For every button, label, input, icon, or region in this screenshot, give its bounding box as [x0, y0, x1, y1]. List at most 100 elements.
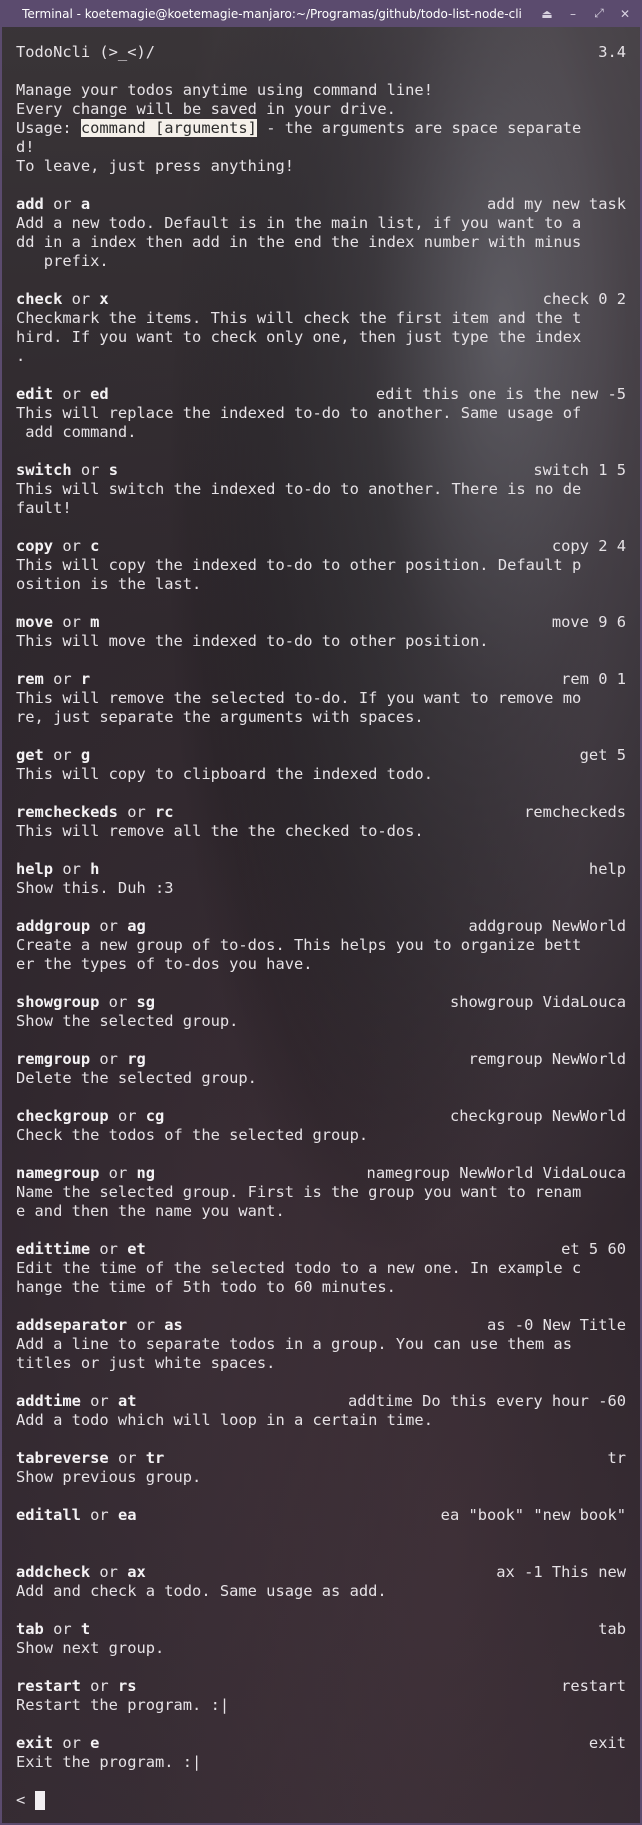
- command-signature: switch or s: [16, 461, 118, 480]
- or-word: or: [117, 803, 156, 821]
- command-alias: c: [90, 537, 100, 555]
- command-example: remgroup NewWorld: [468, 1050, 626, 1068]
- title-bar[interactable]: Terminal - koetemagie@koetemagie-manjaro…: [0, 0, 642, 27]
- or-word: or: [53, 613, 91, 631]
- command-name: addgroup: [16, 917, 91, 935]
- command-description: dd in a index then add in the end the in…: [16, 233, 582, 251]
- command-description: Show next group.: [16, 1639, 165, 1657]
- app-version: 3.4: [598, 43, 626, 61]
- command-example: tr: [607, 1449, 626, 1467]
- command-signature: showgroup or sg: [16, 993, 155, 1012]
- command-description: Delete the selected group.: [16, 1069, 257, 1087]
- command-signature: copy or c: [16, 537, 99, 556]
- command-description: This will move the indexed to-do to othe…: [16, 632, 489, 650]
- command-description: Exit the program. :|: [16, 1753, 202, 1771]
- command-example: restart: [561, 1677, 626, 1695]
- command-description: Check the todos of the selected group.: [16, 1126, 369, 1144]
- eject-icon[interactable]: ⏏: [536, 4, 558, 24]
- command-example: check 0 2: [542, 290, 626, 308]
- command-alias: rs: [117, 1677, 137, 1695]
- command-alias: as: [164, 1316, 183, 1334]
- intro-line-1: Manage your todos anytime using command …: [16, 81, 433, 99]
- command-example: addtime Do this every hour -60: [348, 1392, 626, 1410]
- command-example: et 5 60: [561, 1240, 626, 1258]
- command-signature: add or a: [16, 195, 90, 214]
- or-word: or: [80, 1392, 118, 1410]
- command-row-help: help or h help: [16, 860, 626, 879]
- app-name: TodoNcli (>_<)/: [16, 43, 155, 61]
- usage-prefix: Usage:: [16, 119, 81, 137]
- command-signature: tabreverse or tr: [16, 1449, 164, 1468]
- command-signature: addcheck or ax: [16, 1563, 146, 1582]
- command-example: namegroup NewWorld VidaLouca: [366, 1164, 626, 1182]
- prompt-line[interactable]: <: [16, 1791, 626, 1810]
- command-example: checkgroup NewWorld: [449, 1107, 626, 1125]
- or-word: or: [43, 746, 81, 764]
- command-row-tabreverse: tabreverse or tr tr: [16, 1449, 626, 1468]
- command-name: exit: [16, 1734, 54, 1752]
- command-description: Restart the program. :|: [16, 1696, 230, 1714]
- command-alias: rg: [127, 1050, 146, 1068]
- header-row: TodoNcli (>_<)/ 3.4: [16, 43, 626, 62]
- command-row-addcheck: addcheck or ax ax -1 This new: [16, 1563, 626, 1582]
- minimize-icon[interactable]: –: [562, 4, 584, 24]
- command-description: Edit the time of the selected todo to a …: [16, 1259, 582, 1277]
- command-description: .: [16, 347, 26, 365]
- command-signature: restart or rs: [16, 1677, 137, 1696]
- command-description: titles or just white spaces.: [16, 1354, 276, 1372]
- command-example: switch 1 5: [533, 461, 626, 479]
- command-alias: ag: [127, 917, 146, 935]
- command-alias: cg: [145, 1107, 165, 1125]
- command-signature: addseparator or as: [16, 1316, 183, 1335]
- close-icon[interactable]: ✕: [614, 4, 636, 24]
- usage-highlight: command [arguments]: [80, 119, 257, 137]
- command-row-addgroup: addgroup or ag addgroup NewWorld: [16, 917, 626, 936]
- command-row-rem: rem or r rem 0 1: [16, 670, 626, 689]
- command-example: as -0 New Title: [487, 1316, 626, 1334]
- command-row-checkgroup: checkgroup or cg checkgroup NewWorld: [16, 1107, 626, 1126]
- command-alias: m: [90, 613, 100, 631]
- command-example: edit this one is the new -5: [375, 385, 626, 403]
- command-row-edit: edit or ed edit this one is the new -5: [16, 385, 626, 404]
- command-row-remcheckeds: remcheckeds or rc remcheckeds: [16, 803, 626, 822]
- terminal-window: Terminal - koetemagie@koetemagie-manjaro…: [0, 0, 642, 1825]
- command-description: hange the time of 5th todo to 60 minutes…: [16, 1278, 396, 1296]
- command-name: namegroup: [16, 1164, 100, 1182]
- command-row-tab: tab or t tab: [16, 1620, 626, 1639]
- command-example: exit: [588, 1734, 626, 1752]
- command-description: [16, 1525, 626, 1544]
- usage-suffix: - the arguments are space separate: [256, 119, 582, 137]
- command-signature: remgroup or rg: [16, 1050, 146, 1069]
- prompt-symbol: <: [16, 1791, 35, 1809]
- command-description: fault!: [16, 499, 72, 517]
- command-row-showgroup: showgroup or sg showgroup VidaLouca: [16, 993, 626, 1012]
- command-name: remgroup: [16, 1050, 91, 1068]
- command-row-edittime: edittime or et et 5 60: [16, 1240, 626, 1259]
- terminal-output[interactable]: TodoNcli (>_<)/ 3.4 Manage your todos an…: [16, 43, 626, 1810]
- command-name: editall: [16, 1506, 81, 1524]
- command-name: edittime: [16, 1240, 91, 1258]
- command-description: This will remove all the the checked to-…: [16, 822, 424, 840]
- command-example: addgroup NewWorld: [468, 917, 626, 935]
- maximize-icon[interactable]: ⤢: [588, 4, 610, 24]
- or-word: or: [53, 537, 91, 555]
- command-name: addtime: [16, 1392, 81, 1410]
- command-alias: t: [80, 1620, 91, 1638]
- command-name: get: [16, 746, 44, 764]
- command-name: addcheck: [16, 1563, 91, 1581]
- intro-line-2: Every change will be saved in your drive…: [16, 100, 396, 118]
- usage-line: Usage: command [arguments] - the argumen…: [16, 119, 626, 138]
- or-word: or: [90, 1563, 128, 1581]
- command-name: checkgroup: [16, 1107, 109, 1125]
- command-alias: h: [90, 860, 100, 878]
- command-description: prefix.: [16, 252, 109, 270]
- or-word: or: [71, 461, 109, 479]
- command-name: help: [16, 860, 54, 878]
- command-row-remgroup: remgroup or rg remgroup NewWorld: [16, 1050, 626, 1069]
- command-alias: tr: [145, 1449, 165, 1467]
- or-word: or: [80, 1506, 118, 1524]
- command-description: Name the selected group. First is the gr…: [16, 1183, 582, 1201]
- command-description: Create a new group of to-dos. This helps…: [16, 936, 582, 954]
- command-signature: edittime or et: [16, 1240, 146, 1259]
- command-name: restart: [16, 1677, 81, 1695]
